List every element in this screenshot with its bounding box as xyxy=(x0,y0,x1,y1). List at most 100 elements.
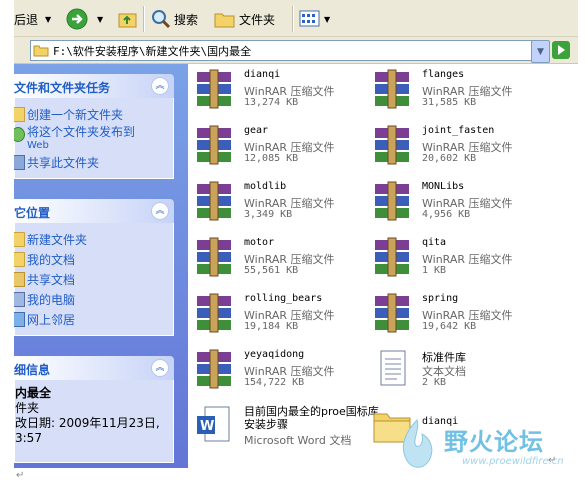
file-size: 19,184 KB xyxy=(244,321,299,332)
file-name: MONLibs xyxy=(422,181,465,192)
file-name: motor xyxy=(244,237,275,248)
file-size: 3,349 KB xyxy=(244,209,293,220)
search-icon xyxy=(152,10,171,29)
place-my-computer[interactable]: 我的电脑 xyxy=(14,289,173,309)
places-panel-title: 它位置 xyxy=(14,206,51,220)
file-item[interactable]: MONLibs WinRAR 压缩文件 4,956 KB xyxy=(367,176,552,226)
go-button[interactable] xyxy=(552,41,570,59)
tasks-panel-title: 文件和文件夹任务 xyxy=(14,81,111,95)
forward-button[interactable]: ▼ xyxy=(66,8,104,30)
svg-text:W: W xyxy=(200,419,214,434)
details-type: 件夹 xyxy=(15,401,40,415)
toolbar-divider xyxy=(143,6,145,32)
task-label: 将这个文件夹发布到 xyxy=(27,125,136,139)
search-button[interactable]: 搜索 xyxy=(151,9,198,29)
winrar-archive-icon xyxy=(375,69,409,109)
details-panel-title: 细信息 xyxy=(14,363,51,377)
file-size: 55,561 KB xyxy=(244,265,299,276)
place-label: 我的文档 xyxy=(27,252,76,267)
shared-folder-icon xyxy=(14,272,25,287)
flame-logo-icon xyxy=(402,419,433,468)
collapse-chevron-icon[interactable]: ︽ xyxy=(151,77,169,95)
file-name: yeyaqidong xyxy=(244,349,305,360)
place-network[interactable]: 网上邻居 xyxy=(14,309,173,329)
place-label: 共享文档 xyxy=(27,272,76,287)
file-size: 2 KB xyxy=(422,377,447,388)
place-shared-documents[interactable]: 共享文档 xyxy=(14,269,173,289)
winrar-archive-icon xyxy=(375,237,409,277)
file-name: rolling_bears xyxy=(244,293,323,304)
dropdown-arrow-icon: ▼ xyxy=(45,14,52,24)
collapse-chevron-icon[interactable]: ︽ xyxy=(151,359,169,377)
places-panel-header[interactable]: 它位置 ︽ xyxy=(14,199,174,223)
task-label: 共享此文件夹 xyxy=(27,155,100,170)
back-label: 后退 xyxy=(14,12,39,27)
folder-icon xyxy=(33,45,49,57)
details-modified-time: 3:57 xyxy=(15,431,42,445)
paragraph-mark-icon: ↵ xyxy=(16,470,25,481)
new-folder-icon xyxy=(14,107,25,122)
folder-icon xyxy=(214,13,235,28)
text-document-icon xyxy=(380,350,406,386)
file-item[interactable]: spring WinRAR 压缩文件 19,642 KB xyxy=(367,288,552,338)
task-label: Web xyxy=(27,140,49,151)
toolbar: 后退 ▼ ▼ 搜索 文件夹 ▼ xyxy=(14,0,578,37)
details-panel-body: 内最全 件夹 改日期: 2009年11月23日, 3:57 xyxy=(14,380,174,463)
file-item[interactable]: joint_fasten WinRAR 压缩文件 20,602 KB xyxy=(367,120,552,170)
winrar-archive-icon xyxy=(197,69,231,109)
file-name: gear xyxy=(244,125,269,136)
place-my-documents[interactable]: 我的文档 xyxy=(14,249,173,269)
file-name: 目前国内最全的proe国标库安装步骤 xyxy=(244,405,379,431)
address-field[interactable]: F:\软件安装程序\新建文件夹\国内最全 xyxy=(30,40,532,61)
file-item[interactable]: qita WinRAR 压缩文件 1 KB xyxy=(367,232,552,282)
details-modified: 改日期: 2009年11月23日, xyxy=(15,416,160,430)
details-panel-header[interactable]: 细信息 ︽ xyxy=(14,356,174,380)
chevron-down-icon: ▼ xyxy=(537,46,544,57)
file-name: flanges xyxy=(422,69,465,80)
file-item[interactable]: 标准件库 文本文档 2 KB xyxy=(367,344,552,394)
winrar-archive-icon xyxy=(375,181,409,221)
file-size: 19,642 KB xyxy=(422,321,477,332)
network-icon xyxy=(14,312,25,327)
watermark-title: 野火论坛 xyxy=(444,428,544,456)
winrar-archive-icon xyxy=(197,237,231,277)
file-item[interactable]: motor WinRAR 压缩文件 55,561 KB xyxy=(189,232,374,282)
collapse-chevron-icon[interactable]: ︽ xyxy=(151,202,169,220)
file-item[interactable]: gear WinRAR 压缩文件 12,085 KB xyxy=(189,120,374,170)
up-folder-button[interactable] xyxy=(118,9,138,29)
dropdown-arrow-icon: ▼ xyxy=(97,14,104,24)
toolbar-divider xyxy=(292,6,294,32)
winrar-archive-icon xyxy=(375,125,409,165)
task-share-folder[interactable]: 共享此文件夹 xyxy=(14,152,173,172)
folder-icon xyxy=(14,232,25,247)
tasks-panel: 文件和文件夹任务 ︽ 创建一个新文件夹 将这个文件夹发布到 Web 共享此文件夹 xyxy=(14,74,174,179)
task-publish-web[interactable]: 将这个文件夹发布到 xyxy=(14,124,173,142)
tasks-panel-body: 创建一个新文件夹 将这个文件夹发布到 Web 共享此文件夹 xyxy=(14,98,174,179)
back-button[interactable]: 后退 ▼ xyxy=(14,9,51,29)
file-item[interactable]: dianqi WinRAR 压缩文件 13,274 KB xyxy=(189,64,374,114)
file-item[interactable]: W 目前国内最全的proe国标库安装步骤 Microsoft Word 文档 xyxy=(189,400,379,450)
details-panel: 细信息 ︽ 内最全 件夹 改日期: 2009年11月23日, 3:57 xyxy=(14,356,174,463)
file-item[interactable]: moldlib WinRAR 压缩文件 3,349 KB xyxy=(189,176,374,226)
file-item[interactable]: yeyaqidong WinRAR 压缩文件 154,722 KB xyxy=(189,344,374,394)
word-document-icon: W xyxy=(197,406,230,442)
tasks-panel-header[interactable]: 文件和文件夹任务 ︽ xyxy=(14,74,174,98)
file-name: moldlib xyxy=(244,181,287,192)
dropdown-arrow-icon: ▼ xyxy=(324,14,331,24)
place-label: 我的电脑 xyxy=(27,292,76,307)
views-button[interactable]: ▼ xyxy=(299,9,330,29)
file-item[interactable]: rolling_bears WinRAR 压缩文件 19,184 KB xyxy=(189,288,374,338)
task-label: 创建一个新文件夹 xyxy=(27,107,124,122)
winrar-archive-icon xyxy=(197,293,231,333)
winrar-archive-icon xyxy=(197,125,231,165)
search-label: 搜索 xyxy=(174,12,199,27)
task-new-folder[interactable]: 创建一个新文件夹 xyxy=(14,104,173,124)
address-dropdown-button[interactable]: ▼ xyxy=(531,40,550,63)
file-item[interactable]: flanges WinRAR 压缩文件 31,585 KB xyxy=(367,64,552,114)
file-type: Microsoft Word 文档 xyxy=(244,434,352,447)
task-publish-web-2[interactable]: Web xyxy=(15,139,173,152)
file-name: dianqi xyxy=(244,69,281,80)
computer-icon xyxy=(14,292,25,307)
place-new-folder[interactable]: 新建文件夹 xyxy=(14,229,173,249)
folders-button[interactable]: 文件夹 xyxy=(214,9,275,29)
